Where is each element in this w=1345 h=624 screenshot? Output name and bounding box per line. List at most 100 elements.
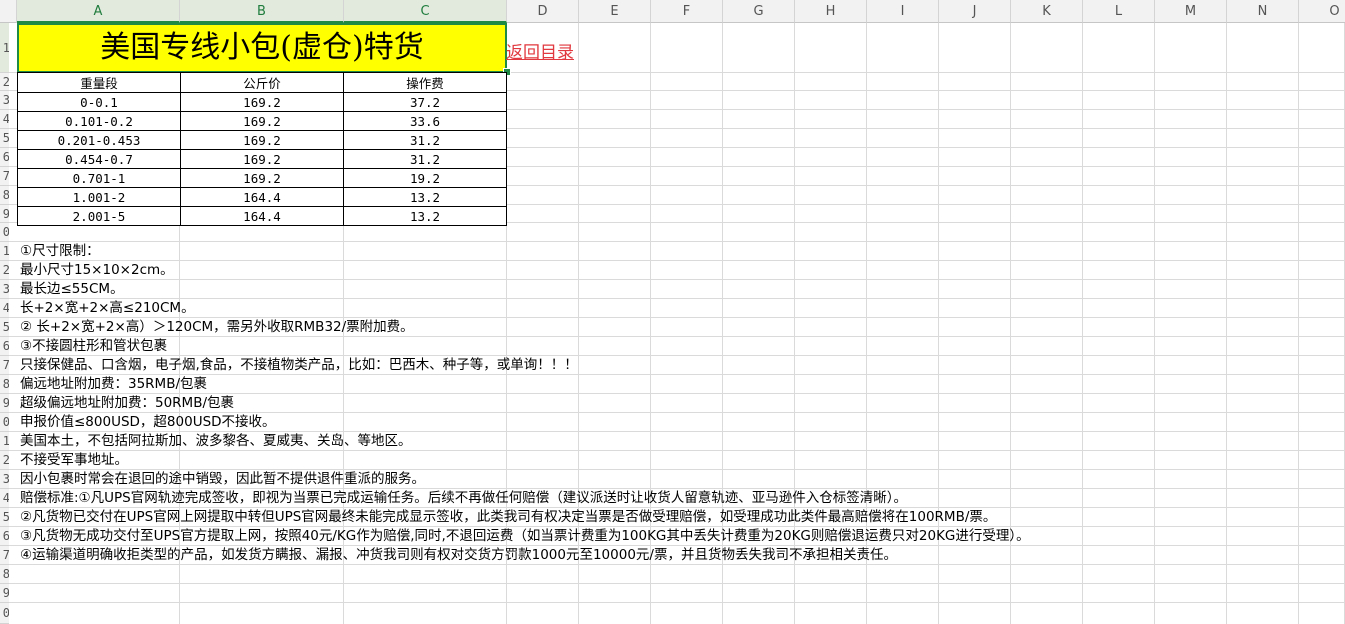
price-per-kg-cell[interactable]: 169.2 [180, 130, 344, 150]
row-header[interactable]: 9 [0, 584, 9, 603]
row-header[interactable]: 1 [0, 23, 9, 73]
row-header[interactable]: 5 [0, 508, 9, 527]
weight-range-cell[interactable]: 0.101-0.2 [17, 111, 181, 131]
note-line[interactable]: ④运输渠道明确收拒类型的产品，如发货方瞒报、漏报、冲货我司则有权对交货方罚款10… [20, 546, 897, 565]
row-header[interactable]: 6 [0, 527, 9, 546]
row-header[interactable]: 7 [0, 546, 9, 565]
note-line[interactable]: 赔偿标准:①凡UPS官网轨迹完成签收，即视为当票已完成运输任务。后续不再做任何赔… [20, 489, 907, 508]
row-header[interactable]: 5 [0, 318, 9, 337]
handling-fee-cell[interactable]: 31.2 [343, 130, 507, 150]
row-number: 7 [3, 358, 9, 372]
column-header-i[interactable]: I [867, 0, 939, 23]
note-line[interactable]: 最小尺寸15×10×2cm。 [20, 261, 174, 280]
column-header-o[interactable]: O [1299, 0, 1345, 23]
column-header-d[interactable]: D [507, 0, 579, 23]
row-header[interactable]: 4 [0, 110, 9, 129]
row-number: 9 [3, 586, 9, 600]
handling-fee-cell[interactable]: 13.2 [343, 187, 507, 207]
weight-range-cell[interactable]: 0.454-0.7 [17, 149, 181, 169]
row-header[interactable]: 6 [0, 337, 9, 356]
row-header[interactable]: 8 [0, 565, 9, 584]
row-header[interactable]: 9 [0, 394, 9, 413]
column-header-j[interactable]: J [939, 0, 1011, 23]
title-cell[interactable]: 美国专线小包(虚仓)特货 [17, 23, 507, 73]
row-header[interactable]: 5 [0, 129, 9, 148]
price-per-kg-cell[interactable]: 169.2 [180, 149, 344, 169]
note-line[interactable]: ② 长+2×宽+2×高）＞120CM，需另外收取RMB32/票附加费。 [20, 318, 414, 337]
price-per-kg-cell[interactable]: 169.2 [180, 168, 344, 188]
row-header[interactable]: 0 [0, 603, 9, 624]
column-header-b[interactable]: B [180, 0, 344, 23]
row-header[interactable]: 4 [0, 299, 9, 318]
row-header[interactable]: 1 [0, 242, 9, 261]
header-weight-range[interactable]: 重量段 [17, 72, 181, 93]
row-header[interactable]: 2 [0, 451, 9, 470]
note-line[interactable]: ③不接圆柱形和管状包裹 [20, 337, 167, 356]
note-line[interactable]: 申报价值≤800USD，超800USD不接收。 [20, 413, 276, 432]
row-header[interactable]: 3 [0, 91, 9, 110]
column-header-h[interactable]: H [795, 0, 867, 23]
column-header-n[interactable]: N [1227, 0, 1299, 23]
row-header[interactable]: 8 [0, 186, 9, 205]
note-line[interactable]: 超级偏远地址附加费：50RMB/包裹 [20, 394, 234, 413]
row-header[interactable]: 1 [0, 432, 9, 451]
weight-range-cell[interactable]: 0-0.1 [17, 92, 181, 112]
note-line[interactable]: 只接保健品、口含烟，电子烟,食品，不接植物类产品，比如：巴西木、种子等，或单询！… [20, 356, 578, 375]
row-header[interactable]: 6 [0, 148, 9, 167]
row-header[interactable]: 7 [0, 167, 9, 186]
weight-range-cell[interactable]: 0.701-1 [17, 168, 181, 188]
grid-vline [1226, 23, 1227, 624]
back-to-index-link[interactable]: 返回目录 [506, 38, 574, 63]
note-line[interactable]: 美国本土，不包括阿拉斯加、波多黎各、夏威夷、关岛、等地区。 [20, 432, 412, 451]
column-header-m[interactable]: M [1155, 0, 1227, 23]
row-header[interactable]: 4 [0, 489, 9, 508]
row-header[interactable]: 3 [0, 470, 9, 489]
note-line[interactable]: 长+2×宽+2×高≤210CM。 [20, 299, 195, 318]
row-header[interactable]: 8 [0, 375, 9, 394]
column-header-k[interactable]: K [1011, 0, 1083, 23]
row-number: 9 [3, 396, 9, 410]
header-price-per-kg[interactable]: 公斤价 [180, 72, 344, 93]
row-number: 3 [3, 282, 9, 296]
grid-vline [1298, 23, 1299, 624]
note-line[interactable]: 偏远地址附加费：35RMB/包裹 [20, 375, 207, 394]
note-line[interactable]: 不接受军事地址。 [20, 451, 128, 470]
note-line[interactable]: 最长边≤55CM。 [20, 280, 124, 299]
select-all-corner[interactable] [0, 0, 17, 23]
note-line[interactable]: 因小包裹时常会在退回的途中销毁，因此暂不提供退件重派的服务。 [20, 470, 425, 489]
table-row: 1.001-2 164.4 13.2 [17, 187, 507, 207]
spreadsheet-grid[interactable]: ABCDEFGHIJKLMNO 1 2 3 4 5 6 7 8 9 0 1 2 3 4 5 6 7 8 9 0 1 2 3 4… [0, 0, 1345, 624]
weight-range-cell[interactable]: 0.201-0.453 [17, 130, 181, 150]
handling-fee-cell[interactable]: 33.6 [343, 111, 507, 131]
handling-fee-cell[interactable]: 31.2 [343, 149, 507, 169]
column-header-f[interactable]: F [651, 0, 723, 23]
column-header-g[interactable]: G [723, 0, 795, 23]
row-header[interactable]: 2 [0, 73, 9, 91]
handling-fee-cell[interactable]: 13.2 [343, 206, 507, 226]
note-line[interactable]: ①尺寸限制： [20, 242, 100, 261]
row-header[interactable]: 0 [0, 413, 9, 432]
column-header-c[interactable]: C [344, 0, 507, 23]
price-per-kg-cell[interactable]: 169.2 [180, 92, 344, 112]
price-per-kg-cell[interactable]: 164.4 [180, 187, 344, 207]
note-line[interactable]: ②凡货物已交付在UPS官网上网提取中转但UPS官网最终未能完成显示签收，此类我司… [20, 508, 996, 527]
table-header-row: 重量段 公斤价 操作费 [17, 72, 507, 93]
price-per-kg-cell[interactable]: 164.4 [180, 206, 344, 226]
weight-range-cell[interactable]: 1.001-2 [17, 187, 181, 207]
row-header[interactable]: 3 [0, 280, 9, 299]
row-number: 3 [3, 93, 9, 107]
handling-fee-cell[interactable]: 19.2 [343, 168, 507, 188]
weight-range-cell[interactable]: 2.001-5 [17, 206, 181, 226]
column-header-a[interactable]: A [17, 0, 180, 23]
row-header[interactable]: 9 [0, 205, 9, 223]
header-handling-fee[interactable]: 操作费 [343, 72, 507, 93]
table-row: 0.101-0.2 169.2 33.6 [17, 111, 507, 131]
note-line[interactable]: ③凡货物无成功交付至UPS官方提取上网，按照40元/KG作为赔偿,同时,不退回运… [20, 527, 1030, 546]
column-header-e[interactable]: E [579, 0, 651, 23]
row-header[interactable]: 7 [0, 356, 9, 375]
row-header[interactable]: 0 [0, 223, 9, 242]
row-header[interactable]: 2 [0, 261, 9, 280]
column-header-l[interactable]: L [1083, 0, 1155, 23]
price-per-kg-cell[interactable]: 169.2 [180, 111, 344, 131]
handling-fee-cell[interactable]: 37.2 [343, 92, 507, 112]
